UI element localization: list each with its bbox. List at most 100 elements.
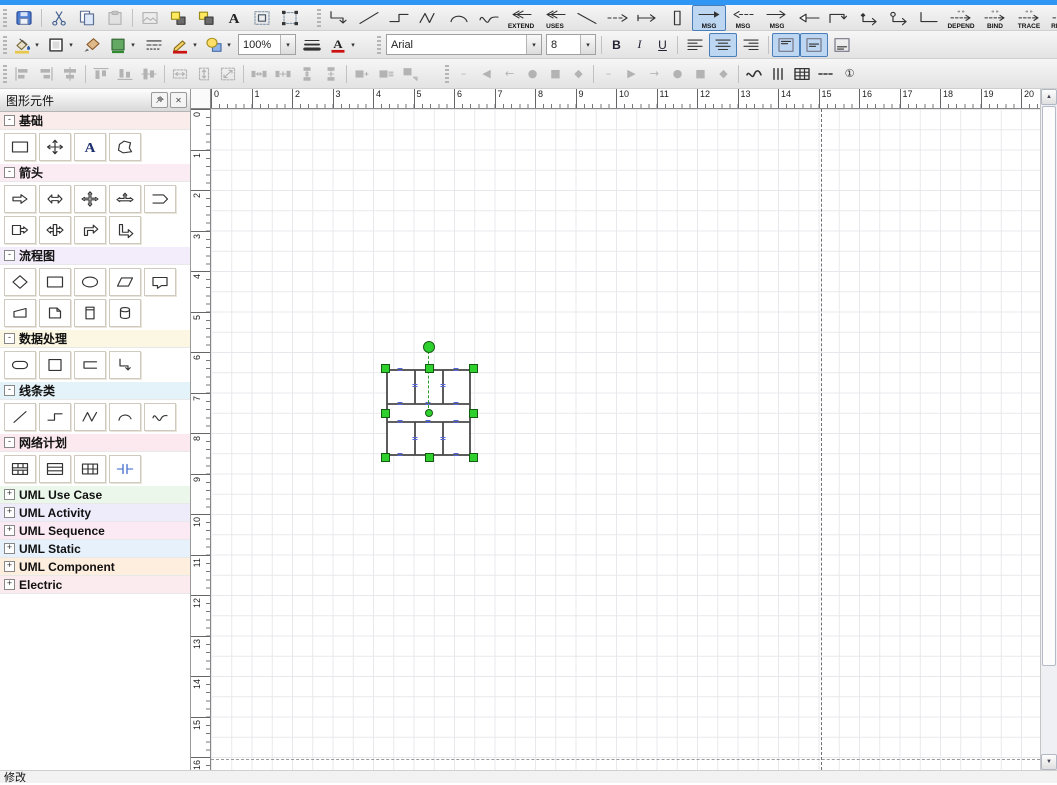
fill-swatch-button-dropdown[interactable]: ▾ (128, 41, 138, 49)
number-label-button[interactable]: ① (838, 62, 861, 86)
palette-section-箭头[interactable]: -箭头 (0, 164, 190, 182)
close-icon[interactable]: ✕ (170, 92, 187, 108)
refine-relation-tool[interactable]: « »REFINE (1046, 5, 1057, 31)
palette-section-UML Component[interactable]: +UML Component (0, 558, 190, 576)
pin-icon[interactable] (151, 92, 168, 108)
cut-button[interactable] (45, 6, 73, 30)
shape-parallelogram[interactable] (109, 268, 141, 296)
font-color-button[interactable]: A▾ (326, 33, 360, 57)
font-family-select-dropdown[interactable]: ▾ (526, 35, 541, 54)
fill-color-button[interactable]: ▾ (10, 33, 44, 57)
italic-button[interactable]: I (628, 34, 651, 56)
text-tool-button[interactable]: A (220, 6, 248, 30)
resize-handle-sw[interactable] (381, 453, 390, 462)
expand-icon[interactable]: + (4, 579, 15, 590)
elbow-circle-tool[interactable] (884, 6, 914, 30)
shape-ellipse[interactable] (74, 268, 106, 296)
zoom-select-dropdown[interactable]: ▾ (280, 35, 295, 54)
palette-section-基础[interactable]: -基础 (0, 112, 190, 130)
elbow-line-tool[interactable] (914, 6, 944, 30)
fill-color-button-dropdown[interactable]: ▾ (32, 41, 42, 49)
ungroup-button[interactable] (276, 6, 304, 30)
shape-arrow-quad[interactable] (74, 185, 106, 213)
bind-relation-tool[interactable]: « »BIND (978, 5, 1012, 31)
palette-section-UML Sequence[interactable]: +UML Sequence (0, 522, 190, 540)
scroll-up-button[interactable]: ▲ (1041, 89, 1057, 105)
arrow-line-tool[interactable] (632, 6, 662, 30)
expand-icon[interactable]: + (4, 507, 15, 518)
text-align-right-button[interactable] (737, 33, 765, 57)
shape-process[interactable] (39, 268, 71, 296)
scrollbar-thumb[interactable] (1042, 106, 1056, 666)
elbow-diamond-tool[interactable] (854, 6, 884, 30)
trace-relation-tool[interactable]: « »TRACE (1012, 5, 1046, 31)
toolbar-grip[interactable] (3, 65, 7, 83)
shape-corner-arrow-down[interactable] (109, 216, 141, 244)
expand-icon[interactable]: + (4, 489, 15, 500)
shape-elbow-arrow[interactable] (109, 351, 141, 379)
shape-color-button[interactable]: ▾ (202, 33, 236, 57)
resize-handle-n[interactable] (425, 364, 434, 373)
toolbar-grip[interactable] (445, 65, 449, 83)
save-button[interactable] (10, 6, 38, 30)
palette-section-UML Static[interactable]: +UML Static (0, 540, 190, 558)
shape-rect-with-arrow[interactable] (4, 216, 36, 244)
resize-handle-s[interactable] (425, 453, 434, 462)
send-backward-button[interactable] (192, 6, 220, 30)
parallel-lines-button[interactable] (766, 62, 790, 86)
shape-line[interactable] (4, 403, 36, 431)
message-dashed-tool[interactable]: MSG (726, 5, 760, 31)
palette-section-流程图[interactable]: -流程图 (0, 247, 190, 265)
bold-button[interactable]: B (605, 34, 628, 56)
shape-open-rectangle[interactable] (74, 351, 106, 379)
text-align-center-button[interactable] (709, 33, 737, 57)
expand-icon[interactable]: + (4, 543, 15, 554)
fill-swatch-button[interactable]: ▾ (106, 33, 140, 57)
shape-rectangle[interactable] (4, 133, 36, 161)
drawing-canvas[interactable] (211, 109, 1040, 770)
shape-step-line[interactable] (39, 403, 71, 431)
insert-table-button[interactable] (790, 62, 814, 86)
line-style-button[interactable] (140, 33, 168, 57)
step-line-tool[interactable] (384, 6, 414, 30)
resize-handle-e[interactable] (469, 409, 478, 418)
toolbar-grip[interactable] (3, 36, 7, 54)
text-align-left-button[interactable] (681, 33, 709, 57)
border-style-button-dropdown[interactable]: ▾ (66, 41, 76, 49)
shape-connector-points[interactable] (39, 133, 71, 161)
vertical-align-top-button[interactable] (772, 33, 800, 57)
underline-button[interactable]: U (651, 34, 674, 56)
resize-handle-w[interactable] (381, 409, 390, 418)
shape-arrow-right[interactable] (4, 185, 36, 213)
group-button[interactable] (248, 6, 276, 30)
palette-section-线条类[interactable]: -线条类 (0, 382, 190, 400)
scroll-down-button[interactable]: ▼ (1041, 754, 1057, 770)
line-color-button[interactable]: ▾ (168, 33, 202, 57)
border-style-button[interactable]: ▾ (44, 33, 78, 57)
font-size-select[interactable]: 8▾ (546, 34, 596, 55)
shape-capacitor[interactable] (109, 455, 141, 483)
toolbar-grip[interactable] (377, 36, 381, 54)
rotation-handle[interactable] (423, 341, 435, 353)
arc-tool[interactable] (444, 6, 474, 30)
shape-square[interactable] (39, 351, 71, 379)
shape-cylinder[interactable] (109, 299, 141, 327)
font-color-button-dropdown[interactable]: ▾ (348, 41, 358, 49)
message-solid-tool[interactable]: MSG (692, 5, 726, 31)
format-painter-button[interactable] (78, 33, 106, 57)
dashed-line-button[interactable] (814, 62, 838, 86)
generalization-tool[interactable] (794, 6, 824, 30)
collapse-icon[interactable]: - (4, 167, 15, 178)
zoom-select[interactable]: 100%▾ (238, 34, 296, 55)
collapse-icon[interactable]: - (4, 250, 15, 261)
palette-section-网络计划[interactable]: -网络计划 (0, 434, 190, 452)
toolbar-grip[interactable] (3, 9, 7, 27)
elbow-connector-tool[interactable] (324, 6, 354, 30)
line-color-button-dropdown[interactable]: ▾ (190, 41, 200, 49)
shape-color-button-dropdown[interactable]: ▾ (224, 41, 234, 49)
palette-section-UML Use Case[interactable]: +UML Use Case (0, 486, 190, 504)
line-tool[interactable] (354, 6, 384, 30)
palette-section-UML Activity[interactable]: +UML Activity (0, 504, 190, 522)
elbow-arrow-tool[interactable] (824, 6, 854, 30)
collapse-icon[interactable]: - (4, 385, 15, 396)
